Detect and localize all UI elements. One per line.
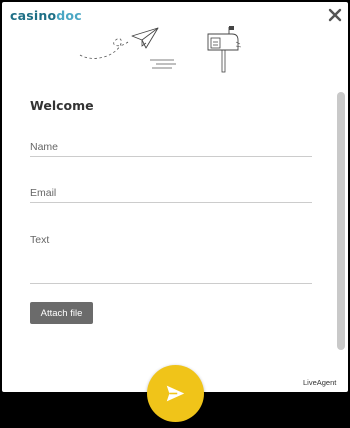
- email-field[interactable]: [30, 186, 312, 203]
- form-title: Welcome: [30, 98, 94, 113]
- chat-widget: casinodoc Welcome Name Email Text Attach…: [2, 2, 348, 392]
- name-field[interactable]: [30, 140, 312, 157]
- close-icon: [328, 8, 342, 22]
- close-button[interactable]: [327, 7, 343, 23]
- logo-text-accent: doc: [56, 8, 82, 23]
- scrollbar[interactable]: [337, 92, 345, 354]
- paper-plane-icon: [131, 27, 159, 49]
- scrollbar-thumb[interactable]: [337, 92, 345, 350]
- mailbox-icon: [207, 26, 242, 73]
- logo-text-main: casino: [10, 8, 57, 23]
- send-button[interactable]: [147, 365, 204, 422]
- paper-plane-mailbox-illustration: [79, 26, 242, 73]
- powered-by-label[interactable]: LiveAgent: [303, 378, 336, 387]
- brand-logo: casinodoc: [10, 8, 82, 23]
- attach-file-button[interactable]: Attach file: [30, 302, 93, 324]
- message-textarea[interactable]: [30, 234, 312, 284]
- send-icon: [166, 385, 185, 402]
